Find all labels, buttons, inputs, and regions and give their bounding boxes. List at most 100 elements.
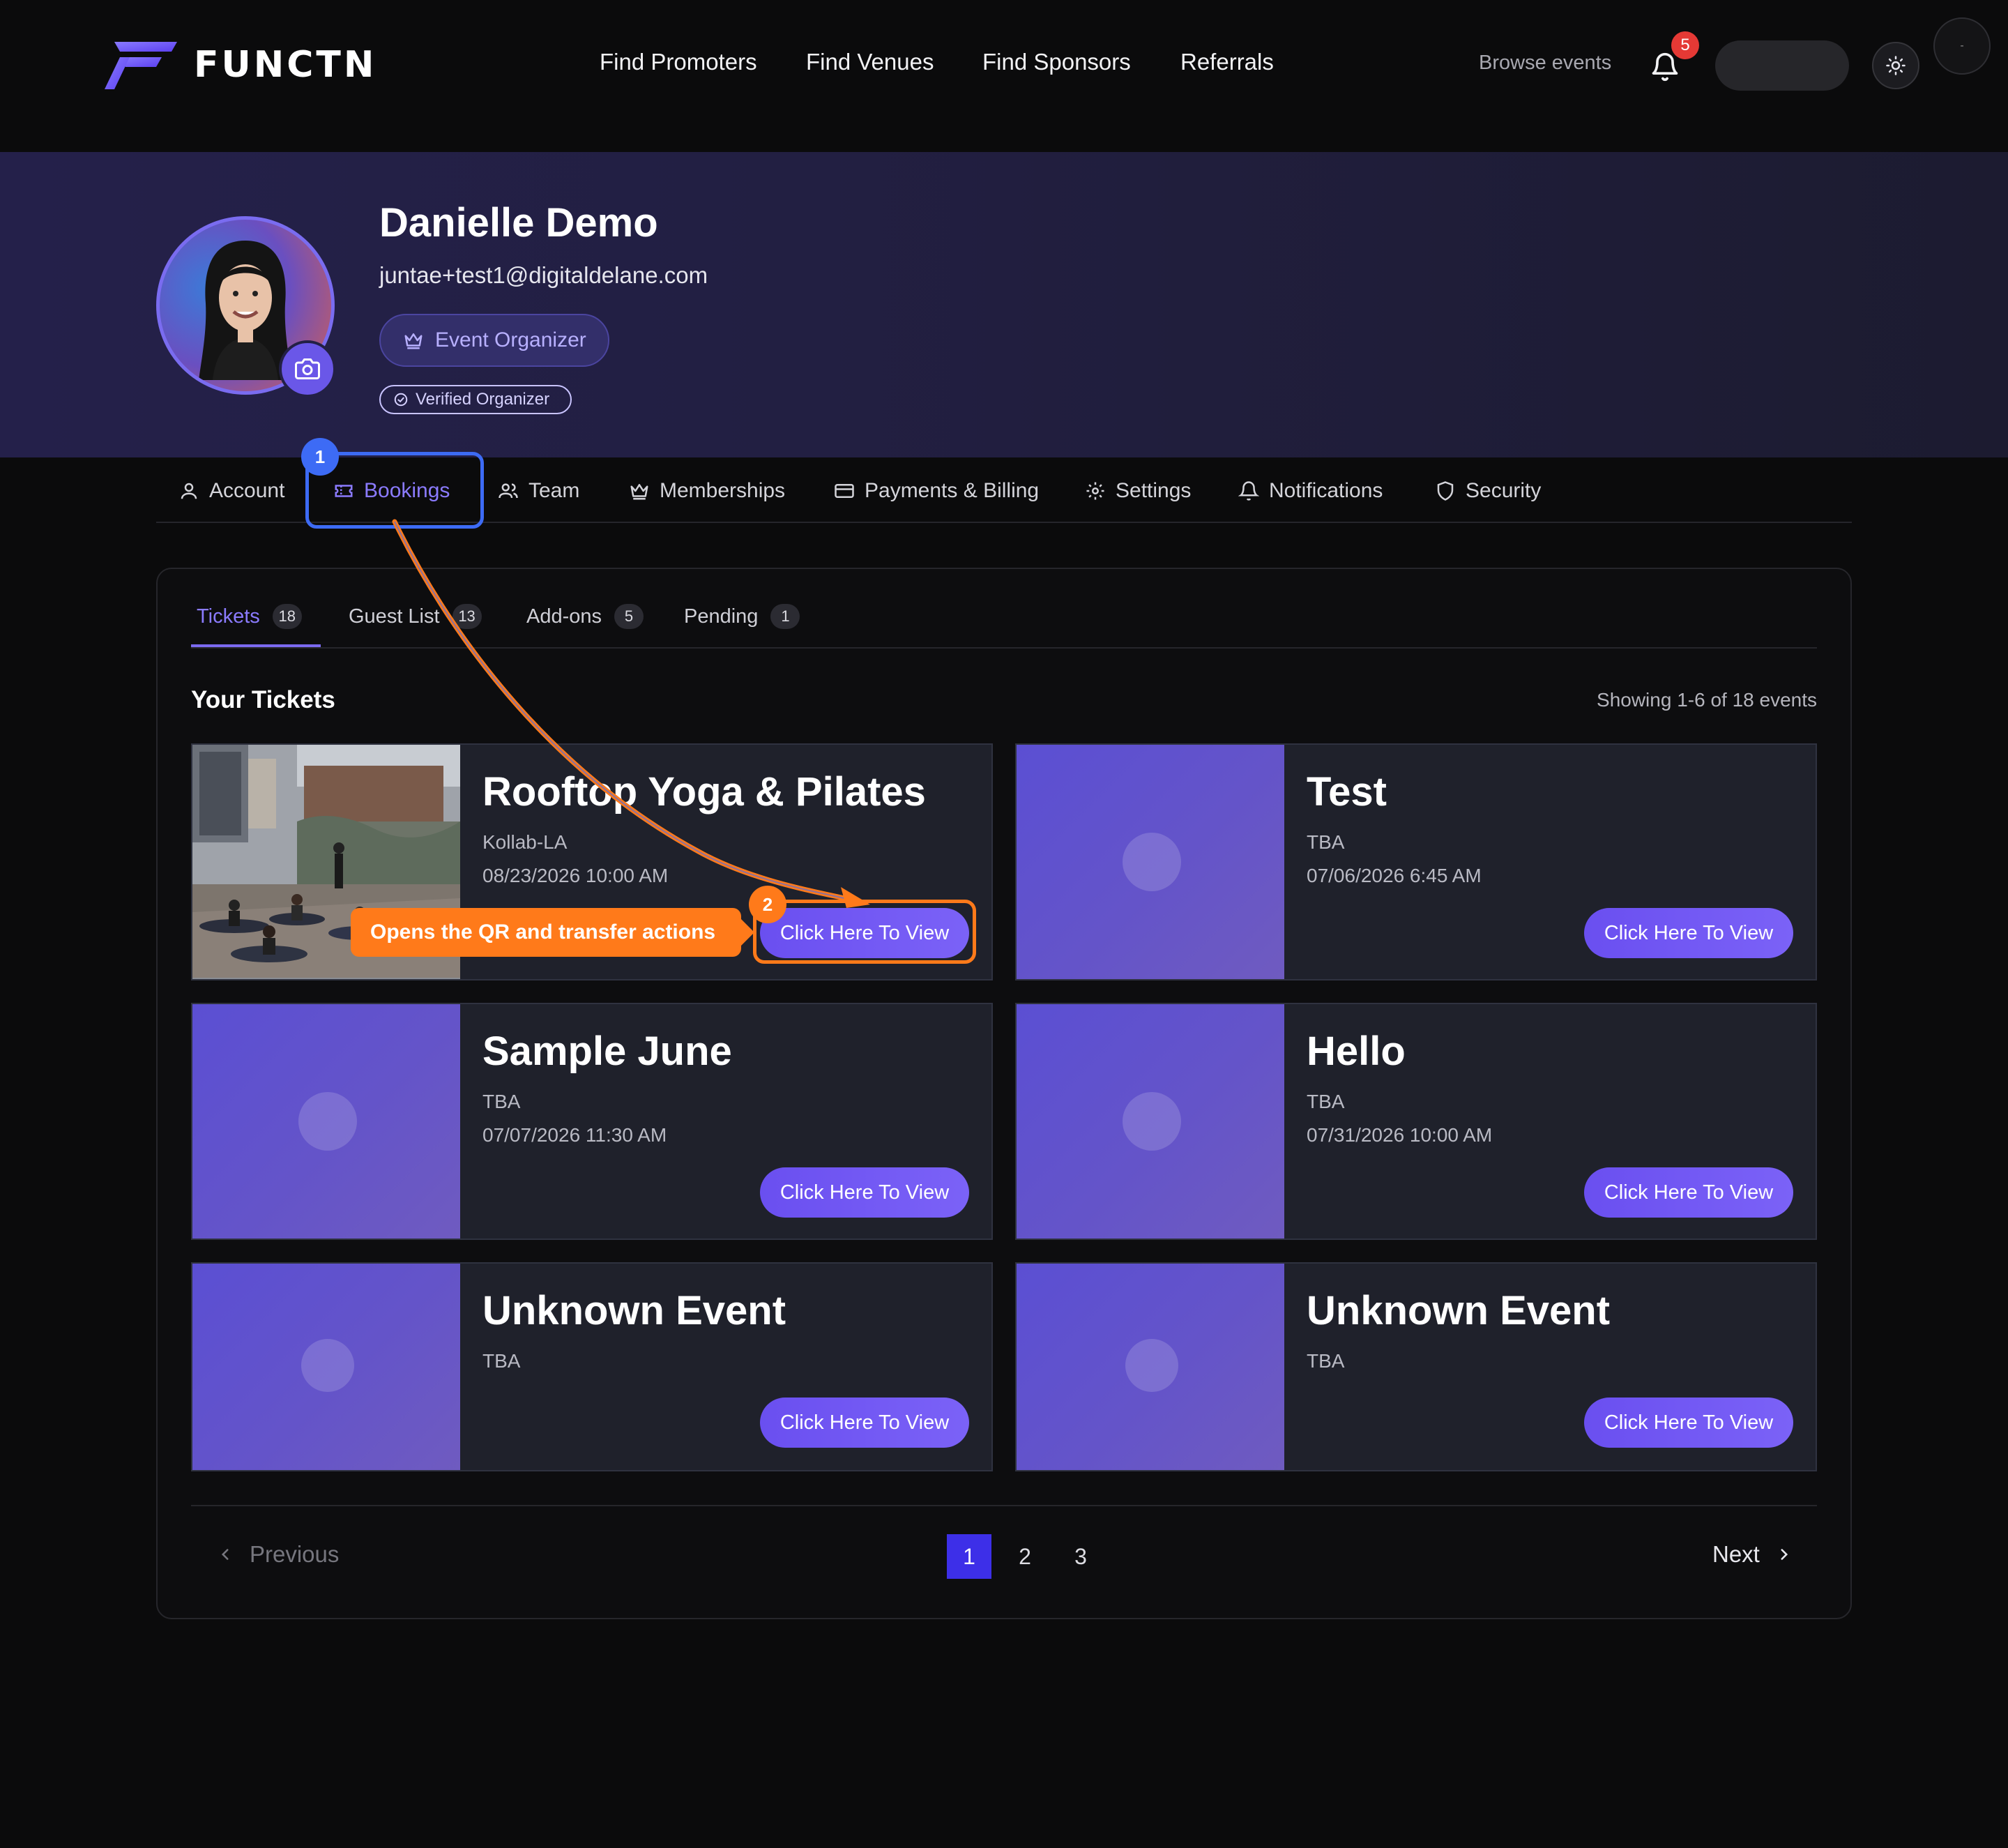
event-venue: Kollab-LA <box>482 831 568 853</box>
subtab-tickets-count: 18 <box>272 604 302 629</box>
step-1-badge: 1 <box>301 438 339 476</box>
tab-team[interactable]: Team <box>498 474 579 508</box>
tab-memberships[interactable]: Memberships <box>629 474 785 508</box>
pagination-divider <box>191 1505 1817 1506</box>
subtab-tickets[interactable]: Tickets 18 <box>197 601 302 632</box>
page-1-button[interactable]: 1 <box>947 1534 991 1579</box>
event-venue: TBA <box>1307 1350 1345 1372</box>
subtab-guest-list-count: 13 <box>452 604 482 629</box>
nav-find-promoters[interactable]: Find Promoters <box>600 49 757 75</box>
view-ticket-button[interactable]: Click Here To View <box>1584 1398 1793 1448</box>
corner-menu-button[interactable]: - <box>1933 17 1991 75</box>
event-title: Unknown Event <box>482 1288 786 1333</box>
tab-security[interactable]: Security <box>1435 474 1541 508</box>
notification-count-badge: 5 <box>1671 31 1699 59</box>
credit-card-icon <box>835 484 854 498</box>
profile-name: Danielle Demo <box>379 200 658 245</box>
theme-toggle-button[interactable] <box>1872 42 1919 89</box>
event-card[interactable]: Sample June TBA 07/07/2026 11:30 AM Clic… <box>191 1003 993 1240</box>
functn-logo-icon <box>105 42 177 89</box>
tab-payments-billing[interactable]: Payments & Billing <box>834 474 1039 508</box>
callout-pointer <box>739 917 754 948</box>
view-ticket-button[interactable]: Click Here To View <box>760 1167 969 1218</box>
tab-settings[interactable]: Settings <box>1085 474 1191 508</box>
subtab-tickets-label: Tickets <box>197 605 260 628</box>
subtab-guest-list-label: Guest List <box>349 605 440 628</box>
event-title: Rooftop Yoga & Pilates <box>482 769 926 815</box>
profile-email: juntae+test1@digitaldelane.com <box>379 262 708 288</box>
chevron-left-icon <box>221 1549 229 1560</box>
gear-icon <box>1086 482 1104 500</box>
subtab-guest-list[interactable]: Guest List 13 <box>349 601 482 632</box>
tab-notifications[interactable]: Notifications <box>1238 474 1383 508</box>
user-icon <box>181 483 197 499</box>
event-placeholder-image <box>1017 1004 1284 1239</box>
event-venue: TBA <box>482 1091 521 1112</box>
event-card[interactable]: Unknown Event TBA Click Here To View <box>191 1262 993 1471</box>
subtab-pending-label: Pending <box>684 605 759 628</box>
subtab-pending[interactable]: Pending 1 <box>684 601 800 632</box>
nav-referrals[interactable]: Referrals <box>1180 49 1274 75</box>
verified-label: Verified Organizer <box>416 390 550 409</box>
event-placeholder-image <box>1017 1264 1284 1470</box>
image-placeholder-icon <box>1125 1339 1178 1392</box>
view-ticket-button[interactable]: Click Here To View <box>1584 908 1793 958</box>
check-circle-icon <box>394 393 408 407</box>
next-label: Next <box>1712 1541 1760 1567</box>
user-menu-button[interactable] <box>1715 40 1849 91</box>
image-placeholder-icon <box>298 1092 357 1151</box>
event-placeholder-image <box>192 1264 460 1470</box>
tab-settings-label: Settings <box>1116 479 1192 502</box>
subtab-add-ons-count: 5 <box>614 604 644 629</box>
nav-find-venues[interactable]: Find Venues <box>806 49 934 75</box>
event-card[interactable]: Test TBA 07/06/2026 6:45 AM Click Here T… <box>1015 743 1817 980</box>
users-icon <box>499 483 518 499</box>
image-placeholder-icon <box>1123 1092 1181 1151</box>
event-date: 08/23/2026 10:00 AM <box>482 865 669 886</box>
subtab-add-ons[interactable]: Add-ons 5 <box>526 601 644 632</box>
event-date: 07/07/2026 11:30 AM <box>482 1124 667 1146</box>
tab-memberships-label: Memberships <box>660 479 786 502</box>
event-venue: TBA <box>482 1350 521 1372</box>
event-title: Hello <box>1307 1029 1406 1074</box>
tab-account-label: Account <box>209 479 285 502</box>
event-date: 07/31/2026 10:00 AM <box>1307 1124 1493 1146</box>
subtab-add-ons-label: Add-ons <box>526 605 602 628</box>
verified-badge: Verified Organizer <box>379 385 572 414</box>
event-title: Unknown Event <box>1307 1288 1611 1333</box>
subtab-pending-count: 1 <box>770 604 800 629</box>
browse-events-link[interactable]: Browse events <box>1479 52 1611 75</box>
sun-icon <box>1886 56 1906 75</box>
event-venue: TBA <box>1307 1091 1345 1112</box>
tab-payments-label: Payments & Billing <box>865 479 1040 502</box>
crown-icon <box>630 484 648 500</box>
event-card[interactable]: Unknown Event TBA Click Here To View <box>1015 1262 1817 1471</box>
event-placeholder-image <box>1017 745 1284 979</box>
role-label: Event Organizer <box>435 328 586 351</box>
nav-find-sponsors[interactable]: Find Sponsors <box>982 49 1131 75</box>
subtabs-divider <box>191 647 1817 649</box>
view-ticket-button[interactable]: Click Here To View <box>1584 1167 1793 1218</box>
tab-security-label: Security <box>1466 479 1542 502</box>
event-placeholder-image <box>192 1004 460 1239</box>
page-2-button[interactable]: 2 <box>1003 1534 1047 1579</box>
previous-page-button[interactable]: Previous <box>216 1541 339 1568</box>
step-2-callout: Opens the QR and transfer actions <box>351 908 741 957</box>
brand-name: FUNCTN <box>194 44 377 86</box>
previous-label: Previous <box>250 1541 340 1567</box>
section-title: Your Tickets <box>191 686 335 713</box>
page-3-button[interactable]: 3 <box>1058 1534 1103 1579</box>
event-card[interactable]: Hello TBA 07/31/2026 10:00 AM Click Here… <box>1015 1003 1817 1240</box>
next-page-button[interactable]: Next <box>1712 1541 1793 1568</box>
tab-account[interactable]: Account <box>178 474 284 508</box>
brand-logo[interactable]: FUNCTN <box>105 39 376 91</box>
image-placeholder-icon <box>301 1339 354 1392</box>
event-date: 07/06/2026 6:45 AM <box>1307 865 1482 886</box>
change-photo-button[interactable] <box>279 340 336 397</box>
role-badge[interactable]: Event Organizer <box>379 314 609 367</box>
tab-notifications-label: Notifications <box>1269 479 1383 502</box>
event-title: Sample June <box>482 1029 732 1074</box>
bell-icon <box>1238 481 1259 501</box>
step-2-badge: 2 <box>749 886 786 923</box>
view-ticket-button[interactable]: Click Here To View <box>760 1398 969 1448</box>
